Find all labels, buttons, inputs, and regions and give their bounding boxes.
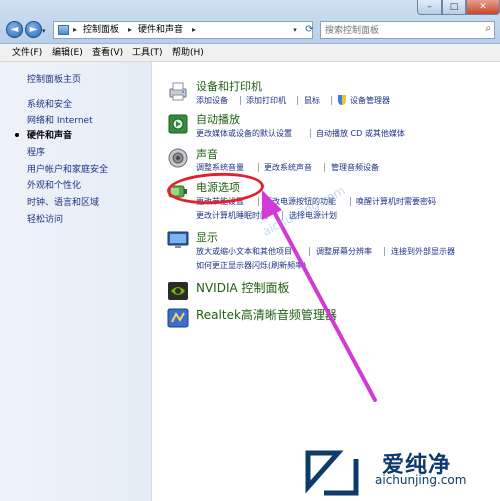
add-printer-link[interactable]: 添加打印机 [246,96,286,106]
back-button[interactable]: ◄ [6,21,23,38]
separator [384,247,385,256]
realtek-icon[interactable] [166,307,190,329]
sidebar-item-hardware-sound: 硬件和声音 [27,131,73,141]
nvidia-control-panel-title[interactable]: NVIDIA 控制面板 [196,282,290,295]
refresh-button[interactable]: ⟳ [302,21,317,39]
sidebar-item-clock-language[interactable]: 时钟、语言和区域 [27,198,99,209]
sidebar-item-control-panel-home[interactable]: 控制面板主页 [27,75,81,86]
change-media-defaults-link[interactable]: 更改媒体或设备的默认设置 [196,129,292,139]
separator [240,96,241,105]
current-item-bullet [15,133,19,137]
device-manager-link[interactable]: 设备管理器 [350,96,390,106]
address-dropdown-button[interactable]: ▾ [289,23,301,37]
nvidia-icon[interactable] [166,280,190,302]
separator [297,96,298,105]
separator [324,163,325,172]
search-icon[interactable]: ⌕ [485,23,491,34]
sidebar-item-user-accounts[interactable]: 用户帐户和家庭安全 [27,165,108,176]
autoplay-cd-link[interactable]: 自动播放 CD 或其他媒体 [316,129,405,139]
breadcrumb-control-panel[interactable]: 控制面板 [83,25,119,36]
brand-logo [305,450,359,496]
search-input[interactable] [325,24,475,37]
manage-audio-devices-link[interactable]: 管理音频设备 [331,163,379,173]
minimize-icon: – [427,2,432,12]
sidebar-item-appearance[interactable]: 外观和个性化 [27,181,81,192]
sidebar-item-network-internet[interactable]: 网络和 Internet [27,116,93,127]
menu-help[interactable]: 帮助(H) [172,48,204,59]
separator [350,197,351,206]
close-button[interactable]: ✕ [466,0,500,15]
control-panel-window: – □ ✕ ◄ ► ▾ ▸ 控制面板 ▸ 硬件和声音 ▸ ▾ ⟳ ⌕ 文件(F)… [0,0,500,501]
change-sleep-time-link[interactable]: 更改计算机睡眠时间 [196,211,268,221]
monitor-icon[interactable] [166,229,190,251]
breadcrumb-hardware-sound[interactable]: 硬件和声音 [138,25,183,36]
mouse-link[interactable]: 鼠标 [304,96,320,106]
breadcrumb-separator: ▸ [73,25,78,34]
require-password-wake-link[interactable]: 唤醒计算机时需要密码 [356,197,436,207]
sidebar-item-programs[interactable]: 程序 [27,148,45,159]
sidebar-item-ease-of-access[interactable]: 轻松访问 [27,215,63,226]
menu-tools[interactable]: 工具(T) [132,48,163,59]
devices-printers-title[interactable]: 设备和打印机 [196,80,262,93]
zoom-text-link[interactable]: 放大或缩小文本和其他项目 [196,247,292,257]
display-title[interactable]: 显示 [196,231,218,244]
separator [258,163,259,172]
forward-arrow-icon: ► [29,24,38,35]
change-system-sounds-link[interactable]: 更改系统声音 [264,163,312,173]
menu-view[interactable]: 查看(V) [92,48,123,59]
menu-edit[interactable]: 编辑(E) [52,48,83,59]
printer-icon[interactable] [166,80,190,102]
adjust-volume-link[interactable]: 调整系统音量 [196,163,244,173]
add-device-link[interactable]: 添加设备 [196,96,228,106]
annotation-highlight-oval [166,170,265,207]
connect-external-display-link[interactable]: 连接到外部显示器 [391,247,455,257]
brand-url: aichunjing.com [375,473,467,487]
autoplay-icon[interactable] [166,113,190,135]
breadcrumb-separator: ▸ [128,25,133,34]
sidebar [0,62,152,501]
speaker-icon[interactable] [166,147,190,169]
maximize-icon: □ [449,2,459,12]
back-arrow-icon: ◄ [10,24,19,35]
fix-monitor-flicker-link[interactable]: 如何更正显示器闪烁(刷新频率) [196,261,306,271]
maximize-button[interactable]: □ [442,0,466,15]
adjust-resolution-link[interactable]: 调整屏幕分辨率 [316,247,372,257]
forward-button[interactable]: ► [25,21,42,38]
separator [331,96,332,105]
separator [310,129,311,138]
address-bar[interactable]: ▸ 控制面板 ▸ 硬件和声音 ▸ [53,21,313,39]
autoplay-title[interactable]: 自动播放 [196,113,240,126]
search-box[interactable]: ⌕ [320,21,495,39]
shield-icon [338,95,346,105]
menu-file[interactable]: 文件(F) [12,48,42,59]
control-panel-icon [58,25,69,35]
breadcrumb-separator: ▸ [192,25,197,34]
minimize-button[interactable]: – [417,0,442,15]
realtek-audio-manager-title[interactable]: Realtek高清晰音频管理器 [196,309,337,322]
menu-bar: 文件(F) 编辑(E) 查看(V) 工具(T) 帮助(H) [0,44,500,62]
sidebar-item-system-security[interactable]: 系统和安全 [27,100,72,111]
recent-pages-dropdown[interactable]: ▾ [42,27,46,35]
separator [258,197,259,206]
close-icon: ✕ [479,2,487,12]
separator [309,247,310,256]
sound-title[interactable]: 声音 [196,148,218,161]
